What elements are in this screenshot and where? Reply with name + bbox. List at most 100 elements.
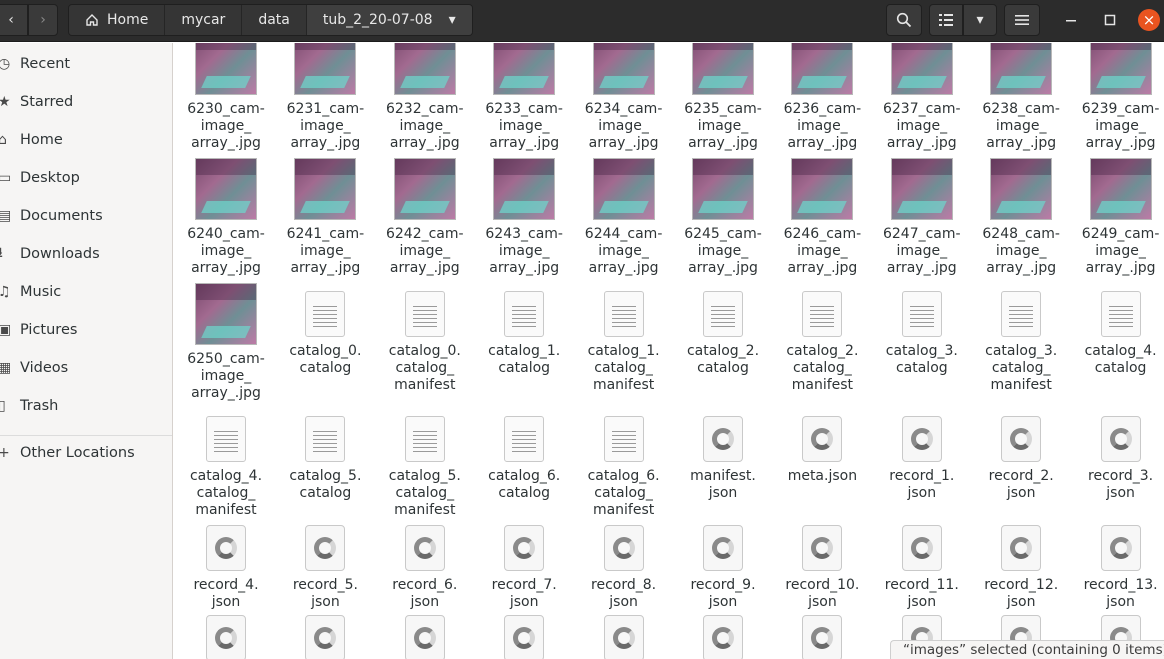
- file-item[interactable]: catalog_6. catalog_ manifest: [572, 408, 676, 519]
- breadcrumb-current-folder[interactable]: tub_2_20-07-08 ▾: [306, 5, 472, 35]
- file-item[interactable]: record_3. json: [1069, 408, 1164, 502]
- file-item[interactable]: record_8. json: [572, 517, 676, 611]
- forward-button[interactable]: ›: [28, 4, 58, 36]
- file-name: record_1. json: [889, 468, 955, 501]
- breadcrumb-data[interactable]: data: [242, 5, 307, 35]
- file-item[interactable]: record_4. json: [174, 517, 278, 611]
- file-name: 6249_cam- image_ array_.jpg: [1081, 226, 1160, 276]
- menu-button[interactable]: [1004, 4, 1040, 36]
- list-view-button[interactable]: [929, 4, 963, 36]
- clock-icon: ◷: [0, 56, 11, 72]
- file-name: record_7. json: [491, 577, 557, 610]
- file-name: 6242_cam- image_ array_.jpg: [385, 226, 464, 276]
- file-item[interactable]: 6231_cam- image_ array_.jpg: [273, 43, 377, 152]
- file-item[interactable]: 6248_cam- image_ array_.jpg: [969, 158, 1073, 277]
- file-item[interactable]: record_11. json: [870, 517, 974, 611]
- sidebar-item-trash[interactable]: ▯ Trash: [0, 387, 172, 425]
- sidebar-item-other-locations[interactable]: + Other Locations: [0, 434, 172, 472]
- maximize-button[interactable]: [1096, 6, 1124, 34]
- file-name: 6243_cam- image_ array_.jpg: [485, 226, 563, 276]
- file-item[interactable]: record_12. json: [969, 517, 1073, 611]
- file-item[interactable]: record_10. json: [770, 517, 874, 611]
- file-item[interactable]: record_7. json: [472, 517, 576, 611]
- file-item[interactable]: catalog_6. catalog: [472, 408, 576, 502]
- file-item[interactable]: catalog_3. catalog_ manifest: [969, 283, 1073, 394]
- json-swirl-icon: [413, 627, 436, 649]
- file-item[interactable]: record_6. json: [373, 517, 477, 611]
- file-item[interactable]: 6241_cam- image_ array_.jpg: [273, 158, 377, 277]
- chevron-down-icon: ▾: [448, 12, 456, 28]
- file-item[interactable]: record_2. json: [969, 408, 1073, 502]
- file-item[interactable]: manifest. json: [671, 408, 775, 502]
- file-item[interactable]: 6235_cam- image_ array_.jpg: [671, 43, 775, 152]
- file-item[interactable]: 6240_cam- image_ array_.jpg: [174, 158, 278, 277]
- file-name: record_10. json: [785, 577, 860, 610]
- file-item[interactable]: record_9. json: [671, 517, 775, 611]
- image-thumbnail: [890, 43, 953, 95]
- file-item[interactable]: record_5. json: [273, 517, 377, 611]
- back-button[interactable]: ‹: [0, 4, 28, 36]
- file-item[interactable]: [472, 607, 576, 659]
- close-button[interactable]: ×: [1135, 6, 1163, 34]
- sidebar-item-recent[interactable]: ◷ Recent: [0, 45, 172, 83]
- sidebar-item-documents[interactable]: ▤ Documents: [0, 197, 172, 235]
- file-item[interactable]: catalog_0. catalog: [273, 283, 377, 377]
- file-item[interactable]: [671, 607, 775, 659]
- file-item[interactable]: 6246_cam- image_ array_.jpg: [770, 158, 874, 277]
- file-item[interactable]: record_13. json: [1069, 517, 1164, 611]
- file-item[interactable]: 6230_cam- image_ array_.jpg: [174, 43, 278, 152]
- json-file-icon: [305, 615, 346, 659]
- sidebar-item-music[interactable]: ♫ Music: [0, 273, 172, 311]
- file-item[interactable]: 6232_cam- image_ array_.jpg: [373, 43, 477, 152]
- text-file-icon: [802, 291, 843, 337]
- file-item[interactable]: 6245_cam- image_ array_.jpg: [671, 158, 775, 277]
- file-item[interactable]: 6249_cam- image_ array_.jpg: [1069, 158, 1164, 277]
- sidebar-item-starred[interactable]: ★ Starred: [0, 83, 172, 121]
- file-item[interactable]: 6236_cam- image_ array_.jpg: [770, 43, 874, 152]
- file-item[interactable]: catalog_4. catalog_ manifest: [174, 408, 278, 519]
- file-item[interactable]: [572, 607, 676, 659]
- file-item[interactable]: [273, 607, 377, 659]
- file-item[interactable]: record_1. json: [870, 408, 974, 502]
- json-file-icon: [404, 525, 445, 571]
- search-button[interactable]: [886, 4, 922, 36]
- file-item[interactable]: [770, 607, 874, 659]
- minimize-button[interactable]: [1057, 6, 1085, 34]
- file-item[interactable]: catalog_0. catalog_ manifest: [373, 283, 477, 394]
- sidebar-item-pictures[interactable]: ▣ Pictures: [0, 311, 172, 349]
- file-item[interactable]: catalog_2. catalog: [671, 283, 775, 377]
- file-item[interactable]: catalog_3. catalog: [870, 283, 974, 377]
- sidebar-item-videos[interactable]: ▦ Videos: [0, 349, 172, 387]
- file-item[interactable]: catalog_1. catalog_ manifest: [572, 283, 676, 394]
- file-item[interactable]: catalog_5. catalog: [273, 408, 377, 502]
- file-item[interactable]: catalog_5. catalog_ manifest: [373, 408, 477, 519]
- sidebar-item-desktop[interactable]: ▭ Desktop: [0, 159, 172, 197]
- sidebar-item-downloads[interactable]: ⭳ Downloads: [0, 235, 172, 273]
- file-item[interactable]: 6242_cam- image_ array_.jpg: [373, 158, 477, 277]
- file-item[interactable]: 6233_cam- image_ array_.jpg: [472, 43, 576, 152]
- text-file-icon: [504, 416, 545, 462]
- file-name: 6246_cam- image_ array_.jpg: [783, 226, 862, 276]
- file-item[interactable]: catalog_2. catalog_ manifest: [770, 283, 874, 394]
- text-file-icon: [1100, 291, 1141, 337]
- breadcrumb-mycar[interactable]: mycar: [165, 5, 243, 35]
- breadcrumb-home[interactable]: Home: [69, 5, 166, 35]
- file-item[interactable]: catalog_1. catalog: [472, 283, 576, 377]
- file-item[interactable]: 6237_cam- image_ array_.jpg: [870, 43, 974, 152]
- file-item[interactable]: 6244_cam- image_ array_.jpg: [572, 158, 676, 277]
- view-options-button[interactable]: ▾: [963, 4, 997, 36]
- json-swirl-icon: [811, 627, 834, 649]
- file-item[interactable]: [373, 607, 477, 659]
- sidebar-item-home[interactable]: ⌂ Home: [0, 121, 172, 159]
- file-item[interactable]: 6234_cam- image_ array_.jpg: [572, 43, 676, 152]
- file-item[interactable]: [174, 607, 278, 659]
- file-item[interactable]: catalog_4. catalog: [1069, 283, 1164, 377]
- file-item[interactable]: 6243_cam- image_ array_.jpg: [472, 158, 576, 277]
- file-item[interactable]: 6238_cam- image_ array_.jpg: [969, 43, 1073, 152]
- file-item[interactable]: 6239_cam- image_ array_.jpg: [1069, 43, 1164, 152]
- file-name: 6239_cam- image_ array_.jpg: [1081, 101, 1160, 151]
- file-item[interactable]: 6250_cam- image_ array_.jpg: [174, 283, 278, 402]
- file-item[interactable]: 6247_cam- image_ array_.jpg: [870, 158, 974, 277]
- file-item[interactable]: meta.json: [770, 408, 874, 485]
- json-file-icon: [1001, 416, 1042, 462]
